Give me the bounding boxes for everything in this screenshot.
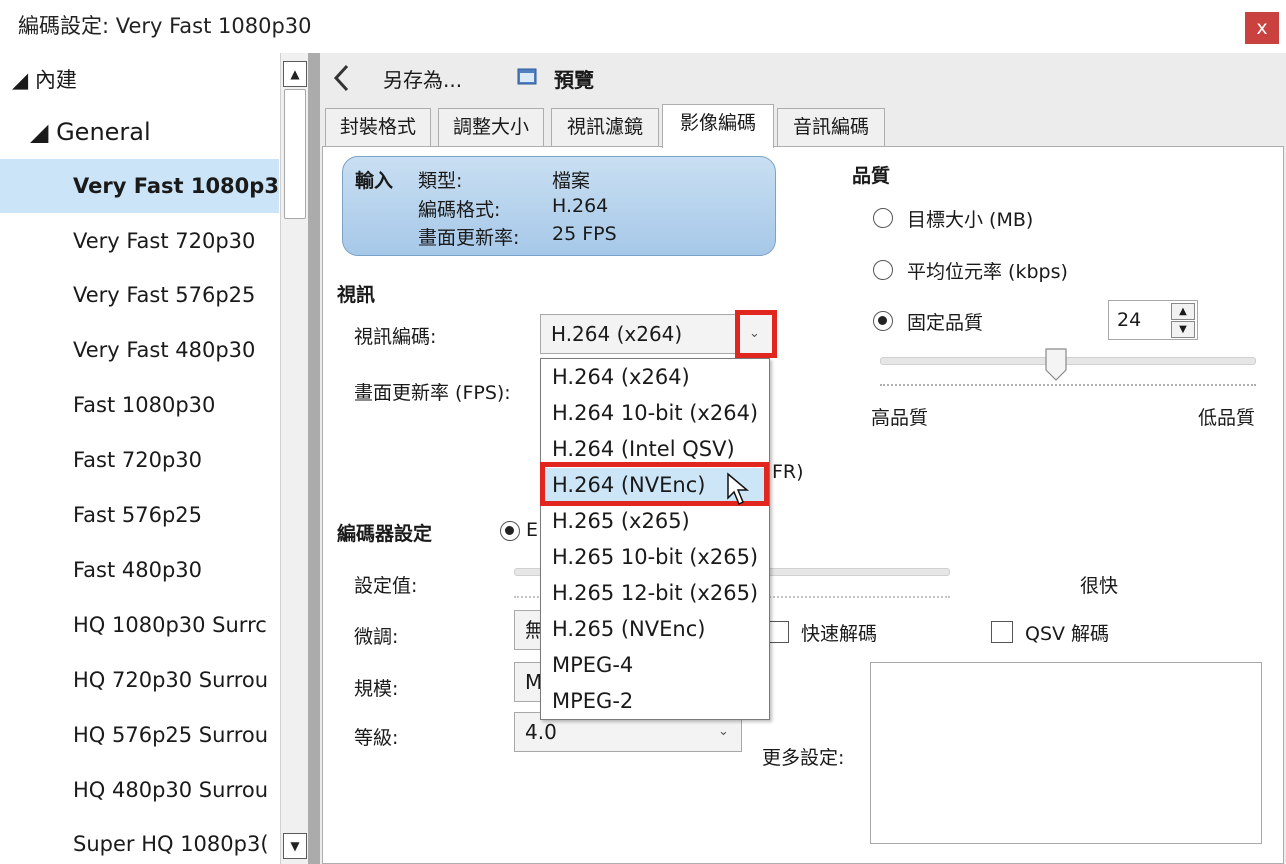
fps-label: 畫面更新率 (FPS): [354, 382, 511, 404]
preset-item[interactable]: Very Fast 576p25 [0, 268, 279, 322]
profile-label: 規模: [354, 678, 399, 700]
video-codec-label: 視訊編碼: [354, 326, 437, 348]
low-quality-label: 低品質 [1198, 407, 1256, 429]
target-size-label: 目標大小 (MB) [907, 209, 1034, 231]
avg-bitrate-radio[interactable] [873, 260, 893, 280]
codec-option[interactable]: H.264 (x264) [542, 360, 768, 395]
scroll-up-icon[interactable]: ▲ [283, 61, 307, 87]
codec-option[interactable]: H.265 (NVEnc) [542, 612, 768, 647]
panel-splitter[interactable] [308, 53, 320, 864]
tab-filters[interactable]: 視訊濾鏡 [551, 108, 659, 146]
input-codec-value: H.264 [552, 195, 609, 217]
tree-group-general[interactable]: ◢ General [0, 105, 279, 159]
fast-decode-label: 快速解碼 [801, 623, 878, 645]
qsv-decode-checkbox[interactable] [991, 621, 1013, 643]
quality-section-title: 品質 [852, 165, 891, 187]
preset-item[interactable]: HQ 720p30 Surrou [0, 653, 279, 707]
tab-container[interactable]: 封裝格式 [325, 108, 431, 146]
encoder-radio-fragment: E [526, 519, 539, 541]
more-settings-textarea[interactable] [870, 662, 1262, 844]
save-as-button[interactable]: 另存為... [383, 64, 462, 93]
preset-item[interactable]: HQ 1080p30 Surrc [0, 598, 279, 652]
codec-option[interactable]: H.265 10-bit (x265) [542, 540, 768, 575]
quality-value: 24 [1117, 309, 1142, 331]
encoder-preset-radio[interactable] [500, 521, 520, 541]
close-icon[interactable]: x [1245, 12, 1279, 44]
preset-item[interactable]: Fast 576p25 [0, 488, 279, 542]
target-size-radio[interactable] [873, 208, 893, 228]
preset-item[interactable]: HQ 480p30 Surrou [0, 763, 279, 817]
more-settings-label: 更多設定: [762, 747, 845, 769]
preset-item[interactable]: Fast 480p30 [0, 543, 279, 597]
constant-quality-label: 固定品質 [907, 312, 984, 334]
preset-value-label: 很快 [1080, 575, 1119, 597]
preview-window-icon[interactable] [517, 68, 537, 85]
slider-ticks [880, 384, 1256, 386]
spin-down-icon[interactable]: ▼ [1171, 321, 1195, 338]
video-codec-value: H.264 (x264) [551, 322, 683, 346]
preset-item[interactable]: Fast 1080p30 [0, 378, 279, 432]
scroll-down-icon[interactable]: ▼ [283, 833, 307, 859]
codec-option[interactable]: H.265 12-bit (x265) [542, 576, 768, 611]
qsv-decode-label: QSV 解碼 [1025, 623, 1110, 645]
spin-up-icon[interactable]: ▲ [1171, 303, 1195, 320]
preset-item[interactable]: Very Fast 1080p3( [0, 159, 279, 213]
preset-item[interactable]: Very Fast 480p30 [0, 323, 279, 377]
input-fps-value: 25 FPS [552, 223, 617, 245]
tune-label: 微調: [354, 626, 399, 648]
window-title: 編碼設定: Very Fast 1080p30 [18, 14, 312, 38]
tab-video[interactable]: 影像編碼 [662, 104, 774, 148]
video-section-title: 視訊 [337, 284, 376, 306]
preset-tree: ◢ 內建 ◢ General Very Fast 1080p3( Very Fa… [0, 53, 282, 864]
chevron-down-icon[interactable]: ⌄ [749, 326, 760, 341]
chevron-down-icon[interactable]: ⌄ [718, 724, 729, 739]
input-type-label: 類型: [418, 170, 463, 192]
codec-option[interactable]: H.264 10-bit (x264) [542, 396, 768, 431]
mouse-pointer-icon [726, 472, 752, 512]
fps-mode-fragment: FR) [772, 461, 804, 483]
codec-option[interactable]: MPEG-2 [542, 684, 768, 719]
level-label: 等級: [354, 727, 399, 749]
preset-item[interactable]: HQ 576p25 Surrou [0, 708, 279, 762]
quality-slider-track[interactable] [880, 357, 1256, 365]
quality-slider-thumb[interactable] [1045, 348, 1067, 382]
preset-label: 設定值: [354, 575, 418, 597]
tab-resize[interactable]: 調整大小 [438, 108, 544, 146]
avg-bitrate-label: 平均位元率 (kbps) [907, 261, 1068, 283]
preview-button[interactable]: 預覽 [554, 64, 594, 93]
quality-spinbox[interactable]: 24 ▲ ▼ [1108, 300, 1198, 340]
codec-dropdown-list[interactable]: H.264 (x264) H.264 10-bit (x264) H.264 (… [540, 358, 770, 720]
input-codec-label: 編碼格式: [418, 199, 501, 221]
tab-audio[interactable]: 音訊編碼 [777, 108, 885, 146]
preset-item[interactable]: Fast 720p30 [0, 433, 279, 487]
scrollbar-thumb[interactable] [284, 89, 306, 219]
encoder-section-title: 編碼器設定 [337, 523, 433, 545]
fast-decode-checkbox[interactable] [767, 621, 789, 643]
codec-option[interactable]: MPEG-4 [542, 648, 768, 683]
preset-item[interactable]: Very Fast 720p30 [0, 214, 279, 268]
high-quality-label: 高品質 [871, 407, 929, 429]
input-fps-label: 畫面更新率: [418, 227, 520, 249]
tree-root-builtin[interactable]: ◢ 內建 [0, 53, 279, 107]
level-value: 4.0 [525, 720, 557, 744]
input-type-value: 檔案 [552, 170, 591, 192]
tree-scrollbar[interactable]: ▲ ▼ [280, 53, 308, 864]
constant-quality-radio[interactable] [873, 311, 893, 331]
preset-item[interactable]: Super HQ 1080p3( [0, 817, 279, 864]
input-heading: 輸入 [355, 170, 394, 192]
chevron-left-icon[interactable] [330, 60, 354, 96]
